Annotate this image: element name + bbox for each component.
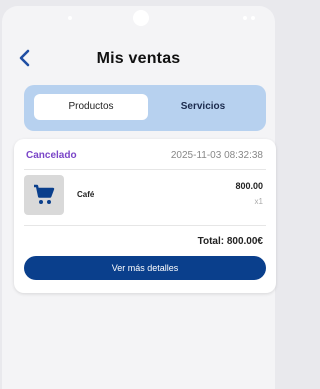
sale-total: Total: 800.00€ bbox=[197, 236, 263, 247]
tab-switcher: Productos Servicios bbox=[24, 85, 266, 131]
status-dot-icon bbox=[243, 16, 247, 20]
status-dot-icon bbox=[251, 16, 255, 20]
product-thumbnail bbox=[24, 175, 64, 215]
item-price: 800.00 bbox=[235, 181, 263, 191]
status-badge: Cancelado bbox=[26, 150, 77, 161]
sale-card: Cancelado 2025-11-03 08:32:38 Café 800.0… bbox=[14, 139, 276, 293]
view-details-button[interactable]: Ver más detalles bbox=[24, 256, 266, 280]
item-name: Café bbox=[77, 190, 95, 199]
item-quantity: x1 bbox=[254, 197, 263, 206]
tab-productos[interactable]: Productos bbox=[34, 94, 148, 120]
divider bbox=[24, 169, 266, 170]
camera-cutout bbox=[133, 10, 149, 26]
status-dot-icon bbox=[68, 16, 72, 20]
page-title: Mis ventas bbox=[96, 50, 181, 67]
header: Mis ventas bbox=[2, 44, 275, 74]
divider bbox=[24, 225, 266, 226]
tab-servicios[interactable]: Servicios bbox=[150, 94, 256, 120]
sale-datetime: 2025-11-03 08:32:38 bbox=[170, 150, 263, 161]
shopping-cart-icon bbox=[34, 184, 55, 204]
status-bar bbox=[2, 10, 275, 26]
